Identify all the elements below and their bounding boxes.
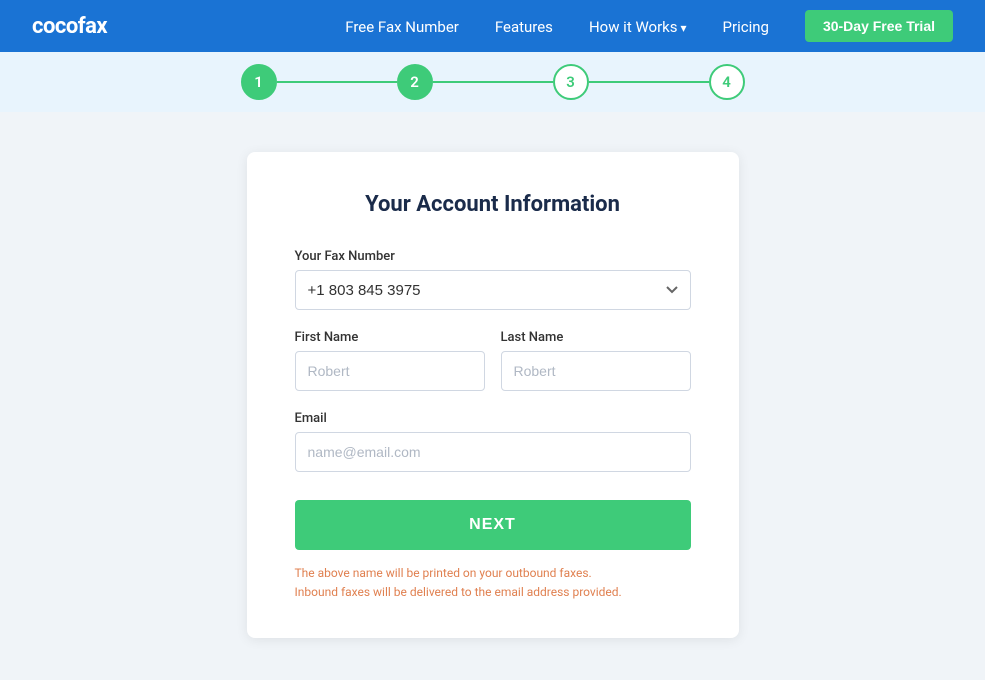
form-title: Your Account Information [295, 192, 691, 217]
step-3: 3 [553, 64, 589, 100]
nav-item-features[interactable]: Features [495, 17, 553, 36]
step-line-2 [433, 81, 553, 83]
navbar: cocofax Free Fax Number Features How it … [0, 0, 985, 52]
steps-track: 1 2 3 4 [241, 64, 745, 100]
email-label: Email [295, 411, 691, 426]
first-name-group: First Name [295, 330, 485, 391]
nav-links: Free Fax Number Features How it Works Pr… [345, 17, 769, 36]
fax-number-select[interactable]: +1 803 845 3975 [295, 270, 691, 310]
email-input[interactable] [295, 432, 691, 472]
nav-item-how-it-works[interactable]: How it Works [589, 17, 687, 36]
form-note: The above name will be printed on your o… [295, 564, 691, 602]
first-name-label: First Name [295, 330, 485, 345]
name-row: First Name Last Name [295, 330, 691, 391]
nav-item-pricing[interactable]: Pricing [723, 17, 769, 36]
last-name-group: Last Name [501, 330, 691, 391]
nav-link-free-fax[interactable]: Free Fax Number [345, 18, 459, 36]
nav-item-free-fax[interactable]: Free Fax Number [345, 17, 459, 36]
fax-number-label: Your Fax Number [295, 249, 691, 264]
step-line-3 [589, 81, 709, 83]
cta-button[interactable]: 30-Day Free Trial [805, 10, 953, 42]
logo: cocofax [32, 14, 107, 39]
last-name-input[interactable] [501, 351, 691, 391]
first-name-input[interactable] [295, 351, 485, 391]
nav-link-features[interactable]: Features [495, 18, 553, 36]
next-button[interactable]: NEXT [295, 500, 691, 550]
step-2: 2 [397, 64, 433, 100]
form-card: Your Account Information Your Fax Number… [247, 152, 739, 638]
email-group: Email [295, 411, 691, 472]
last-name-label: Last Name [501, 330, 691, 345]
main-content: Your Account Information Your Fax Number… [0, 112, 985, 678]
steps-bar: 1 2 3 4 [0, 52, 985, 112]
step-line-1 [277, 81, 397, 83]
step-1: 1 [241, 64, 277, 100]
nav-link-how-it-works[interactable]: How it Works [589, 18, 687, 36]
nav-link-pricing[interactable]: Pricing [723, 18, 769, 36]
step-4: 4 [709, 64, 745, 100]
fax-number-group: Your Fax Number +1 803 845 3975 [295, 249, 691, 310]
